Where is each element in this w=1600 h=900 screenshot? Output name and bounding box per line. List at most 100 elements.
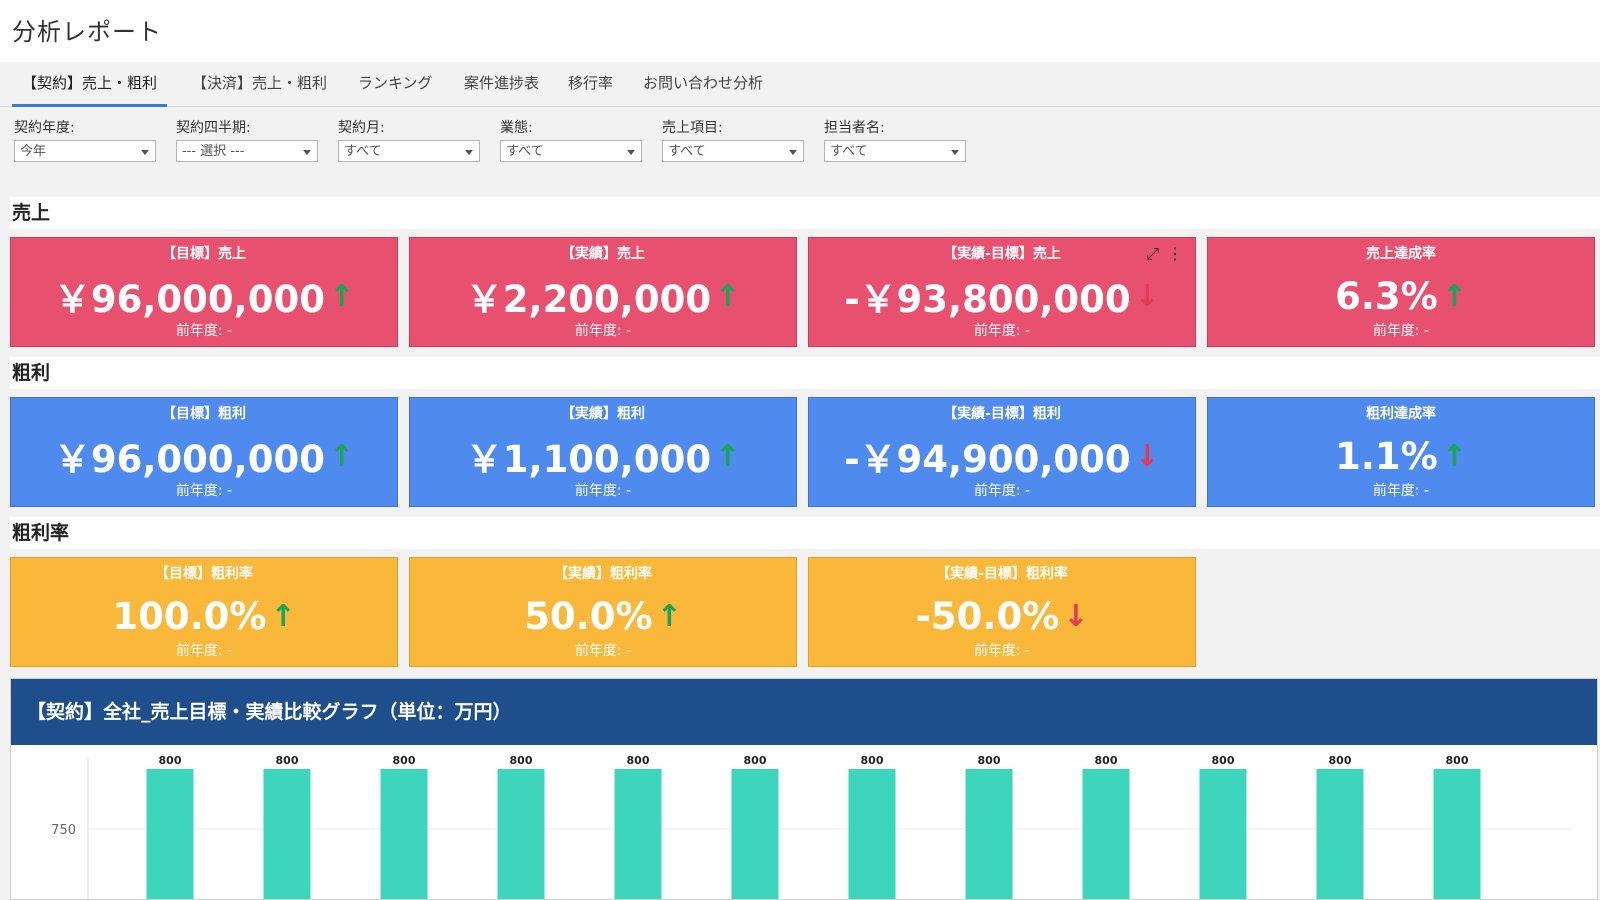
sales-item-select[interactable]: すべて [662,140,804,162]
arrow-up-icon: ↑ [1441,438,1467,474]
caret-down-icon [303,150,311,155]
arrow-up-icon: ↑ [1441,278,1467,314]
bar-10 [1199,769,1247,899]
card-title: 【実績-目標】粗利率 [936,566,1068,582]
contract-quarter-select[interactable]: --- 選択 --- [176,140,318,162]
business-type-select[interactable]: すべて [500,140,642,162]
kpi-card-margin-target[interactable]: 【目標】粗利率 100.0% ↑ 前年度: - [10,557,398,667]
kpi-card-margin-actual[interactable]: 【実績】粗利率 50.0% ↑ 前年度: - [409,557,797,667]
card-previous-year: 前年度: - [574,323,632,339]
filter-business-type: 業態: すべて [500,118,642,162]
bar-1 [146,769,194,899]
card-previous-year: 前年度: - [175,643,233,659]
bar-7 [848,769,896,899]
filter-label: 契約四半期: [176,120,251,136]
bar-value-label-2: 800 [276,754,299,767]
contract-month-select[interactable]: すべて [338,140,480,162]
card-title: 【目標】売上 [162,246,246,262]
card-value-row: -50.0% ↓ [809,590,1195,642]
card-value-row: -￥94,900,000 ↓ [809,430,1195,482]
card-title: 【実績-目標】粗利 [943,406,1061,422]
filter-sales-item: 売上項目: すべて [662,118,804,162]
card-value-row: ￥2,200,000 ↑ [410,270,796,322]
kpi-card-gross-actual[interactable]: 【実績】粗利 ￥1,100,000 ↑ 前年度: - [409,397,797,507]
kpi-card-sales-rate[interactable]: 売上達成率 6.3% ↑ 前年度: - [1207,237,1595,347]
arrow-up-icon: ↑ [715,438,741,474]
bar-value-label-9: 800 [1095,754,1118,767]
bar-value-label-4: 800 [510,754,533,767]
kpi-card-gross-diff[interactable]: 【実績-目標】粗利 -￥94,900,000 ↓ 前年度: - [808,397,1196,507]
card-value: ￥2,200,000 [465,278,712,321]
select-value: すべて [344,144,382,159]
arrow-down-icon: ↓ [1063,598,1089,634]
tab-progress[interactable]: 案件進捗表 [454,62,549,104]
card-value-row: 6.3% ↑ [1208,270,1594,322]
card-value: ￥1,100,000 [465,438,712,481]
card-value-row: ￥1,100,000 ↑ [410,430,796,482]
tab-transition-rate[interactable]: 移行率 [558,62,623,104]
header-bar: 分析レポート [0,0,1600,62]
arrow-up-icon: ↑ [270,598,296,634]
bar-12 [1433,769,1481,899]
card-value-row: 50.0% ↑ [410,590,796,642]
card-value: -50.0% [915,594,1060,638]
select-value: 今年 [20,144,47,159]
filter-bar: 契約年度: 今年 契約四半期: --- 選択 --- 契約月: すべて 業態: … [0,118,1600,168]
more-options-icon[interactable]: ⋮ [1167,244,1183,264]
arrow-up-icon: ↑ [328,278,355,314]
filter-contract-month: 契約月: すべて [338,118,480,162]
card-value-row: ￥96,000,000 ↑ [11,270,397,322]
staff-name-select[interactable]: すべて [824,140,966,162]
section-title-gross: 粗利 [10,357,1600,389]
select-value: すべて [506,144,544,159]
kpi-card-gross-target[interactable]: 【目標】粗利 ￥96,000,000 ↑ 前年度: - [10,397,398,507]
card-value-row: -￥93,800,000 ↓ [809,270,1195,322]
bar-4 [497,769,545,899]
select-value: すべて [668,144,706,159]
card-value-row: 100.0% ↑ [11,590,397,642]
caret-down-icon [789,150,797,155]
expand-icon[interactable]: ⤢ [1146,244,1159,264]
filter-label: 契約年度: [14,120,75,136]
card-value: -￥94,900,000 [844,438,1131,481]
arrow-up-icon: ↑ [328,438,355,474]
card-title: 【実績】粗利率 [554,566,652,582]
card-value-row: ￥96,000,000 ↑ [11,430,397,482]
tab-ranking[interactable]: ランキング [348,62,443,104]
card-previous-year: 前年度: - [973,643,1031,659]
card-previous-year: 前年度: - [973,483,1031,499]
tab-settlement-sales[interactable]: 【決済】売上・粗利 [182,62,337,104]
bar-3 [380,769,428,899]
bar-2 [263,769,311,899]
card-title: 【目標】粗利 [162,406,246,422]
select-value: --- 選択 --- [182,144,245,159]
chart-area: 750 800 800 800 800 800 800 800 800 800 800 800 800 [11,745,1597,899]
kpi-card-sales-target[interactable]: 【目標】売上 ￥96,000,000 ↑ 前年度: - [10,237,398,347]
card-previous-year: 前年度: - [175,483,233,499]
card-value: 50.0% [524,594,653,638]
card-title: 【実績】売上 [561,246,645,262]
bar-value-label-6: 800 [744,754,767,767]
arrow-down-icon: ↓ [1134,438,1160,474]
bar-value-label-3: 800 [393,754,416,767]
kpi-card-gross-rate[interactable]: 粗利達成率 1.1% ↑ 前年度: - [1207,397,1595,507]
bar-value-label-1: 800 [159,754,182,767]
card-value: ￥96,000,000 [53,278,325,321]
section-title-sales: 売上 [10,197,1600,229]
filter-contract-year: 契約年度: 今年 [14,118,156,162]
card-previous-year: 前年度: - [973,323,1031,339]
card-value-row: 1.1% ↑ [1208,430,1594,482]
bar-8 [965,769,1013,899]
card-title: 【実績-目標】売上 [943,246,1061,262]
tab-contract-sales[interactable]: 【契約】売上・粗利 [12,62,168,107]
card-value: 1.1% [1335,434,1438,478]
sales-comparison-chart-panel: 【契約】全社_売上目標・実績比較グラフ（単位：万円） 750 800 800 800 8… [10,678,1598,900]
tab-inquiry-analysis[interactable]: お問い合わせ分析 [633,62,773,104]
card-previous-year: 前年度: - [574,483,632,499]
contract-year-select[interactable]: 今年 [14,140,156,162]
kpi-card-sales-actual[interactable]: 【実績】売上 ￥2,200,000 ↑ 前年度: - [409,237,797,347]
kpi-card-sales-diff[interactable]: 【実績-目標】売上 ⤢ ⋮ -￥93,800,000 ↓ 前年度: - [808,237,1196,347]
arrow-up-icon: ↑ [715,278,741,314]
kpi-card-margin-diff[interactable]: 【実績-目標】粗利率 -50.0% ↓ 前年度: - [808,557,1196,667]
filter-label: 契約月: [338,120,385,136]
